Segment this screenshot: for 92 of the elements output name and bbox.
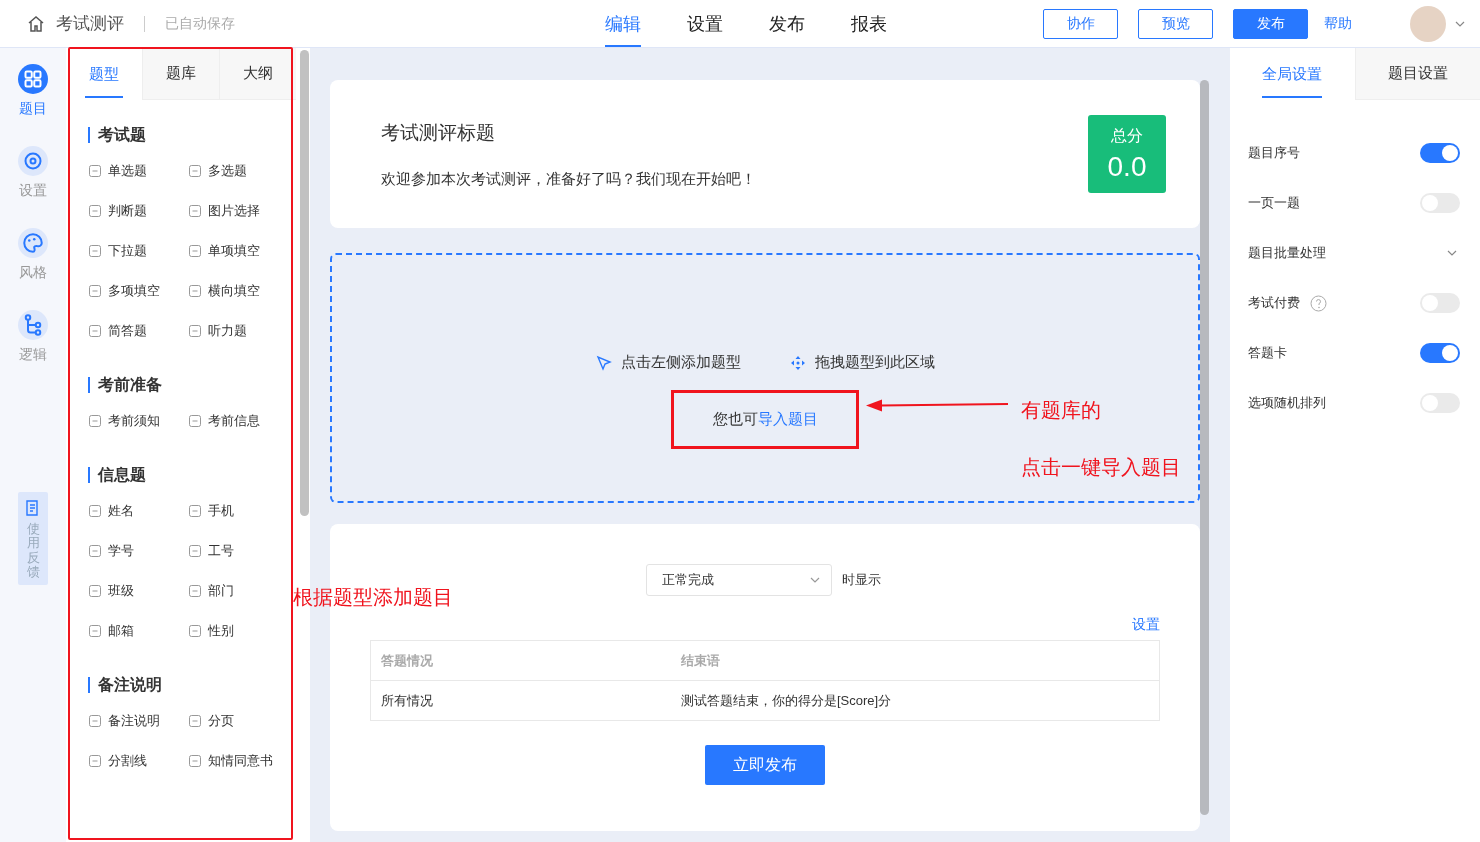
question-type-item[interactable]: 班级 [88, 581, 188, 601]
scrollbar[interactable] [300, 50, 309, 516]
square-icon [188, 284, 202, 298]
question-type-item[interactable]: 学号 [88, 541, 188, 561]
annotation-text: 点击一键导入题目 [1021, 455, 1181, 480]
square-icon [188, 204, 202, 218]
question-type-item[interactable]: 分页 [188, 711, 288, 731]
square-icon [188, 244, 202, 258]
square-icon [88, 284, 102, 298]
hint-text: 拖拽题型到此区域 [789, 353, 935, 372]
nav-tab[interactable]: 报表 [851, 0, 887, 47]
setting-label: 题目序号 [1248, 144, 1300, 162]
question-type-item[interactable]: 分割线 [88, 751, 188, 771]
square-icon [88, 584, 102, 598]
select-suffix: 时显示 [842, 571, 881, 589]
question-type-item[interactable]: 下拉题 [88, 241, 188, 261]
toolbar-button[interactable]: 协作 [1043, 8, 1118, 39]
square-icon [188, 754, 202, 768]
help-icon[interactable] [1310, 294, 1327, 312]
column-header: 答题情况 [370, 640, 671, 681]
question-type-item[interactable]: 邮箱 [88, 621, 188, 641]
question-type-item[interactable]: 性别 [188, 621, 288, 641]
question-type-item[interactable]: 单项填空 [188, 241, 288, 261]
square-icon [88, 714, 102, 728]
setting-label: 选项随机排列 [1248, 394, 1326, 412]
question-type-item[interactable]: 考前信息 [188, 411, 288, 431]
setting-label: 答题卡 [1248, 344, 1287, 362]
scrollbar[interactable] [1200, 80, 1209, 815]
hint-text: 点击左侧添加题型 [595, 353, 741, 372]
survey-title: 考试测评标题 [381, 120, 496, 145]
square-icon [88, 244, 102, 258]
table-cell: 测试答题结束，你的得分是[Score]分 [671, 680, 1160, 721]
toggle-switch[interactable] [1420, 143, 1460, 163]
question-type-item[interactable]: 听力题 [188, 321, 288, 341]
square-icon [188, 714, 202, 728]
table-cell: 所有情况 [370, 680, 671, 721]
question-type-item[interactable]: 简答题 [88, 321, 188, 341]
square-icon [188, 324, 202, 338]
nav-tab[interactable]: 发布 [769, 0, 805, 47]
question-type-item[interactable]: 多选题 [188, 161, 288, 181]
question-type-item[interactable]: 部门 [188, 581, 288, 601]
settings-tab[interactable]: 题目设置 [1354, 48, 1480, 100]
import-text: 您也可导入题目 [712, 410, 818, 429]
question-type-item[interactable]: 考前须知 [88, 411, 188, 431]
question-type-item[interactable]: 备注说明 [88, 711, 188, 731]
column-header: 结束语 [671, 640, 1160, 681]
square-icon [188, 164, 202, 178]
square-icon [188, 624, 202, 638]
setting-label: 考试付费 [1248, 294, 1300, 312]
status-select[interactable]: 正常完成 [646, 564, 832, 596]
pointer-icon [595, 353, 613, 372]
toggle-switch[interactable] [1420, 343, 1460, 363]
square-icon [188, 584, 202, 598]
square-icon [88, 754, 102, 768]
annotation-text: 有题库的 [1021, 398, 1101, 423]
autosave-status: 已自动保存 [165, 14, 235, 33]
square-icon [88, 164, 102, 178]
question-type-item[interactable]: 姓名 [88, 501, 188, 521]
question-type-item[interactable]: 多项填空 [88, 281, 188, 301]
publish-now-button[interactable]: 立即发布 [705, 745, 825, 785]
square-icon [88, 624, 102, 638]
question-type-item[interactable]: 工号 [188, 541, 288, 561]
square-icon [188, 414, 202, 428]
setting-label: 题目批量处理 [1248, 244, 1326, 262]
toolbar-button[interactable]: 预览 [1138, 8, 1213, 39]
home-icon[interactable] [26, 13, 46, 34]
square-icon [88, 504, 102, 518]
square-icon [188, 504, 202, 518]
question-type-item[interactable]: 知情同意书 [188, 751, 288, 771]
panel-tab[interactable]: 大纲 [219, 48, 296, 100]
square-icon [88, 324, 102, 338]
import-link[interactable]: 导入题目 [757, 410, 818, 427]
setting-label: 一页一题 [1248, 194, 1300, 212]
panel-tab[interactable]: 题库 [142, 48, 219, 100]
nav-tab[interactable]: 设置 [687, 0, 723, 47]
help-link[interactable]: 帮助 [1324, 14, 1352, 33]
app-title: 考试测评 [56, 13, 124, 35]
score-badge: 总分 0.0 [1088, 115, 1166, 193]
square-icon [88, 414, 102, 428]
annotation-text: 根据题型添加题目 [293, 585, 453, 610]
publish-button[interactable]: 发布 [1233, 8, 1308, 39]
square-icon [188, 544, 202, 558]
question-type-item[interactable]: 单选题 [88, 161, 188, 181]
settings-link[interactable]: 设置 [1132, 616, 1160, 634]
square-icon [88, 544, 102, 558]
avatar[interactable] [1410, 5, 1446, 42]
square-icon [88, 204, 102, 218]
question-type-item[interactable]: 图片选择 [188, 201, 288, 221]
question-type-item[interactable]: 横向填空 [188, 281, 288, 301]
welcome-text: 欢迎参加本次考试测评，准备好了吗？我们现在开始吧！ [381, 169, 757, 189]
question-type-item[interactable]: 判断题 [88, 201, 188, 221]
question-type-item[interactable]: 手机 [188, 501, 288, 521]
